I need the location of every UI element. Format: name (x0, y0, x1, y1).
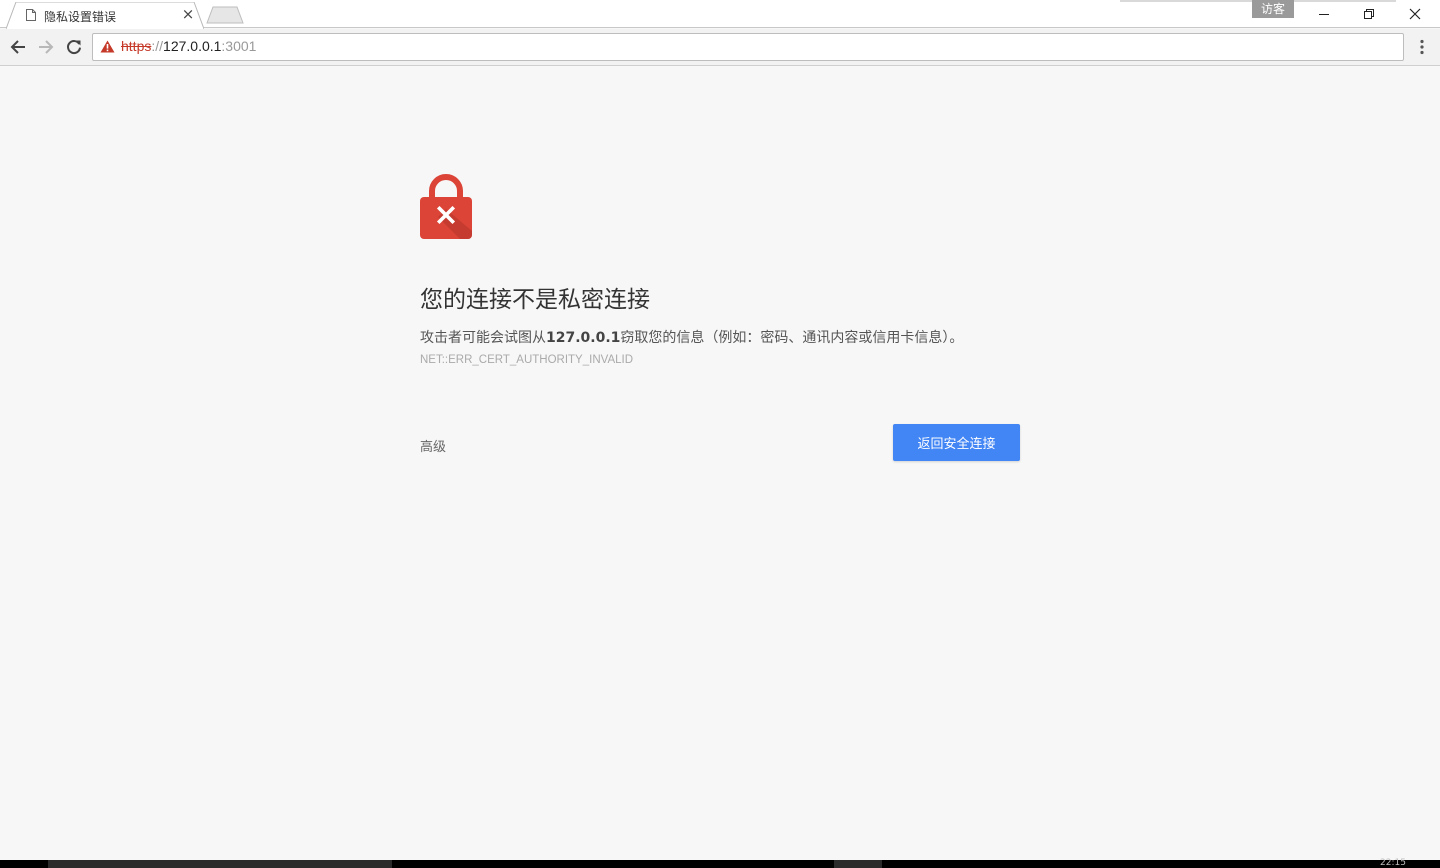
ssl-error-page: 您的连接不是私密连接 攻击者可能会试图从127.0.0.1窃取您的信息（例如：密… (0, 66, 1440, 860)
page-heading: 您的连接不是私密连接 (420, 287, 650, 313)
tab-close-icon[interactable]: × (181, 7, 195, 22)
url-text[interactable]: https://127.0.0.1:3001 (121, 38, 256, 54)
back-arrow-icon (10, 40, 25, 54)
document-icon (26, 9, 36, 21)
active-tab[interactable]: 隐私设置错误 × (6, 2, 204, 29)
browser-menu-button[interactable] (1412, 37, 1432, 57)
red-lock-x-icon (420, 174, 472, 239)
minimize-icon (1319, 14, 1329, 15)
close-icon (1409, 8, 1421, 20)
explanation-suffix: 窃取您的信息（例如：密码、通讯内容或信用卡信息）。 (620, 330, 964, 346)
not-secure-warning-icon[interactable] (100, 40, 115, 53)
title-bar: 隐私设置错误 × 访客 (0, 0, 1440, 29)
close-window-button[interactable] (1392, 0, 1438, 28)
url-separator: :// (151, 38, 164, 54)
minimize-button[interactable] (1301, 0, 1347, 28)
taskbar-clock[interactable]: 22:15 (1380, 858, 1406, 868)
restore-button[interactable] (1346, 0, 1392, 28)
back-button[interactable] (7, 36, 29, 58)
error-code[interactable]: NET::ERR_CERT_AUTHORITY_INVALID (420, 354, 633, 366)
advanced-button[interactable]: 高级 (420, 436, 446, 455)
back-to-safety-button[interactable]: 返回安全连接 (893, 424, 1020, 461)
browser-toolbar: https://127.0.0.1:3001 (0, 29, 1440, 66)
explanation-host: 127.0.0.1 (546, 330, 621, 346)
forward-arrow-icon (39, 40, 54, 54)
taskbar-item[interactable] (834, 860, 882, 868)
forward-button[interactable] (35, 36, 57, 58)
os-taskbar: 22:15 (0, 858, 1440, 868)
reload-button[interactable] (63, 36, 85, 58)
url-scheme: https (121, 38, 152, 54)
url-port: :3001 (221, 38, 257, 54)
profile-badge[interactable]: 访客 (1252, 0, 1294, 18)
taskbar-item[interactable] (48, 860, 392, 868)
address-bar[interactable]: https://127.0.0.1:3001 (92, 33, 1404, 61)
new-tab-button[interactable] (206, 6, 244, 24)
explanation-prefix: 攻击者可能会试图从 (420, 330, 546, 346)
restore-icon (1364, 9, 1374, 19)
url-host: 127.0.0.1 (163, 38, 222, 54)
tab-title: 隐私设置错误 (44, 10, 117, 24)
three-dot-menu-icon (1420, 39, 1424, 55)
reload-icon (67, 40, 81, 54)
error-explanation: 攻击者可能会试图从127.0.0.1窃取您的信息（例如：密码、通讯内容或信用卡信… (420, 327, 963, 347)
